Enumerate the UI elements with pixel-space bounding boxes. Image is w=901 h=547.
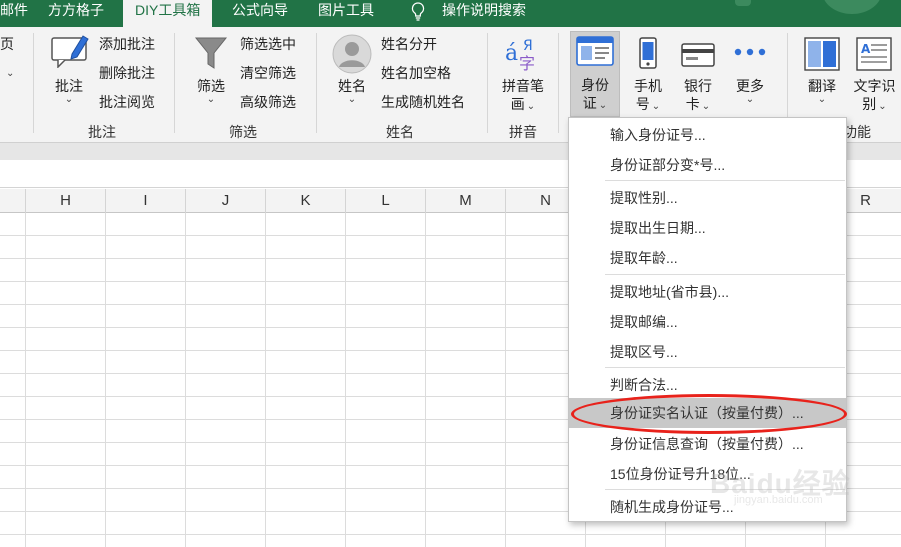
column-header-i[interactable]: I (106, 189, 186, 213)
tab-diy-toolbox[interactable]: DIY工具箱 (123, 0, 213, 27)
translate-button[interactable]: 翻译 ⌄ (800, 32, 844, 114)
menu-item-extract-age[interactable]: 提取年龄... (569, 243, 846, 273)
group-separator (33, 33, 34, 133)
svg-text:字: 字 (519, 54, 535, 73)
column-header-l[interactable]: L (346, 189, 426, 213)
name-large-button[interactable]: 姓名 ⌄ (330, 32, 374, 114)
menu-separator (605, 367, 845, 368)
advanced-filter-button[interactable]: 高级筛选 (240, 91, 296, 113)
menu-separator (605, 489, 845, 490)
filter-large-button[interactable]: 筛选 ⌄ (190, 32, 232, 114)
split-name-button[interactable]: 姓名分开 (381, 33, 437, 55)
mobile-phone-icon (639, 37, 657, 69)
column-header-j[interactable]: J (186, 189, 266, 213)
menu-item-info-query[interactable]: 身份证信息查询（按量付费）... (569, 429, 846, 459)
id-card-button[interactable]: 身份 证 ⌄ (570, 31, 620, 117)
svg-text:Я: Я (523, 38, 533, 54)
random-name-button[interactable]: 生成随机姓名 (381, 91, 465, 113)
menu-item-mask-id[interactable]: 身份证部分变*号... (569, 150, 846, 180)
translate-icon (804, 37, 840, 71)
name-add-space-button[interactable]: 姓名加空格 (381, 62, 451, 84)
more-button[interactable]: 更多 ⌄ (727, 32, 773, 114)
account-avatar[interactable] (822, 0, 882, 14)
tab-mail[interactable]: 邮件 (0, 0, 28, 27)
lightbulb-icon (411, 2, 425, 21)
menu-item-extract-postcode[interactable]: 提取邮编... (569, 307, 846, 337)
phone-number-button[interactable]: 手机 号 ⌄ (626, 32, 670, 114)
menu-item-random-id[interactable]: 随机生成身份证号... (569, 492, 846, 522)
menu-item-validate[interactable]: 判断合法... (569, 370, 846, 400)
person-avatar-icon (332, 34, 372, 74)
bank-card-icon (681, 43, 715, 67)
comment-group-label: 批注 (88, 124, 116, 140)
menu-item-extract-address[interactable]: 提取地址(省市县)... (569, 277, 846, 307)
menu-item-upgrade-15-to-18[interactable]: 15位身份证号升18位... (569, 459, 846, 489)
id-card-icon (576, 36, 614, 66)
column-header-h[interactable]: H (26, 189, 106, 213)
function-group-label: 功能 (843, 124, 871, 140)
menu-item-extract-area-code[interactable]: 提取区号... (569, 337, 846, 367)
clear-filter-button[interactable]: 清空筛选 (240, 62, 296, 84)
text-recognition-button[interactable]: A 文字识 别 ⌄ (848, 32, 901, 114)
ribbon-tab-bar: 邮件 方方格子 DIY工具箱 公式向导 图片工具 操作说明搜索 (0, 0, 901, 27)
column-header-k[interactable]: K (266, 189, 346, 213)
tell-me-search[interactable]: 操作说明搜索 (442, 0, 526, 27)
menu-item-extract-gender[interactable]: 提取性别... (569, 183, 846, 213)
filter-selected-button[interactable]: 筛选选中 (240, 33, 296, 55)
id-card-dropdown-menu: 输入身份证号... 身份证部分变*号... 提取性别... 提取出生日期... … (568, 117, 847, 522)
tab-formula-wizard[interactable]: 公式向导 (232, 0, 288, 27)
pinyin-stroke-button[interactable]: á Я 字 拼音笔 画 ⌄ (495, 32, 551, 114)
bank-card-button[interactable]: 银行 卡 ⌄ (676, 32, 720, 114)
tab-fangfangegezi[interactable]: 方方格子 (48, 0, 104, 27)
comment-large-button[interactable]: 批注 ⌄ (46, 32, 92, 114)
view-comments-button[interactable]: 批注阅览 (99, 91, 155, 113)
menu-item-input-id[interactable]: 输入身份证号... (569, 120, 846, 150)
pinyin-icon: á Я 字 (505, 38, 535, 73)
menu-separator (605, 274, 845, 275)
column-header-m[interactable]: M (426, 189, 506, 213)
pinyin-group-label: 拼音 (509, 124, 537, 140)
more-dots-icon (734, 48, 766, 56)
comment-icon (51, 35, 89, 68)
name-group-label: 姓名 (386, 124, 414, 140)
menu-separator (605, 180, 845, 181)
share-icon[interactable] (735, 0, 751, 6)
group-separator (558, 33, 559, 133)
group-separator (487, 33, 488, 133)
page-button[interactable]: 页 (0, 33, 14, 55)
column-header-blank[interactable] (0, 189, 26, 213)
ocr-document-icon: A (856, 37, 892, 71)
group-separator (174, 33, 175, 133)
filter-group-label: 筛选 (229, 124, 257, 140)
add-comment-button[interactable]: 添加批注 (99, 33, 155, 55)
svg-text:A: A (861, 42, 871, 56)
group-separator (316, 33, 317, 133)
delete-comment-button[interactable]: 删除批注 (99, 62, 155, 84)
menu-item-realname-verify[interactable]: 身份证实名认证（按量付费）... (569, 398, 846, 428)
tab-picture-tools[interactable]: 图片工具 (318, 0, 374, 27)
svg-text:á: á (505, 41, 518, 66)
page-dropdown-caret[interactable]: ⌄ (6, 63, 14, 85)
funnel-icon (194, 37, 228, 69)
menu-item-extract-birthdate[interactable]: 提取出生日期... (569, 213, 846, 243)
